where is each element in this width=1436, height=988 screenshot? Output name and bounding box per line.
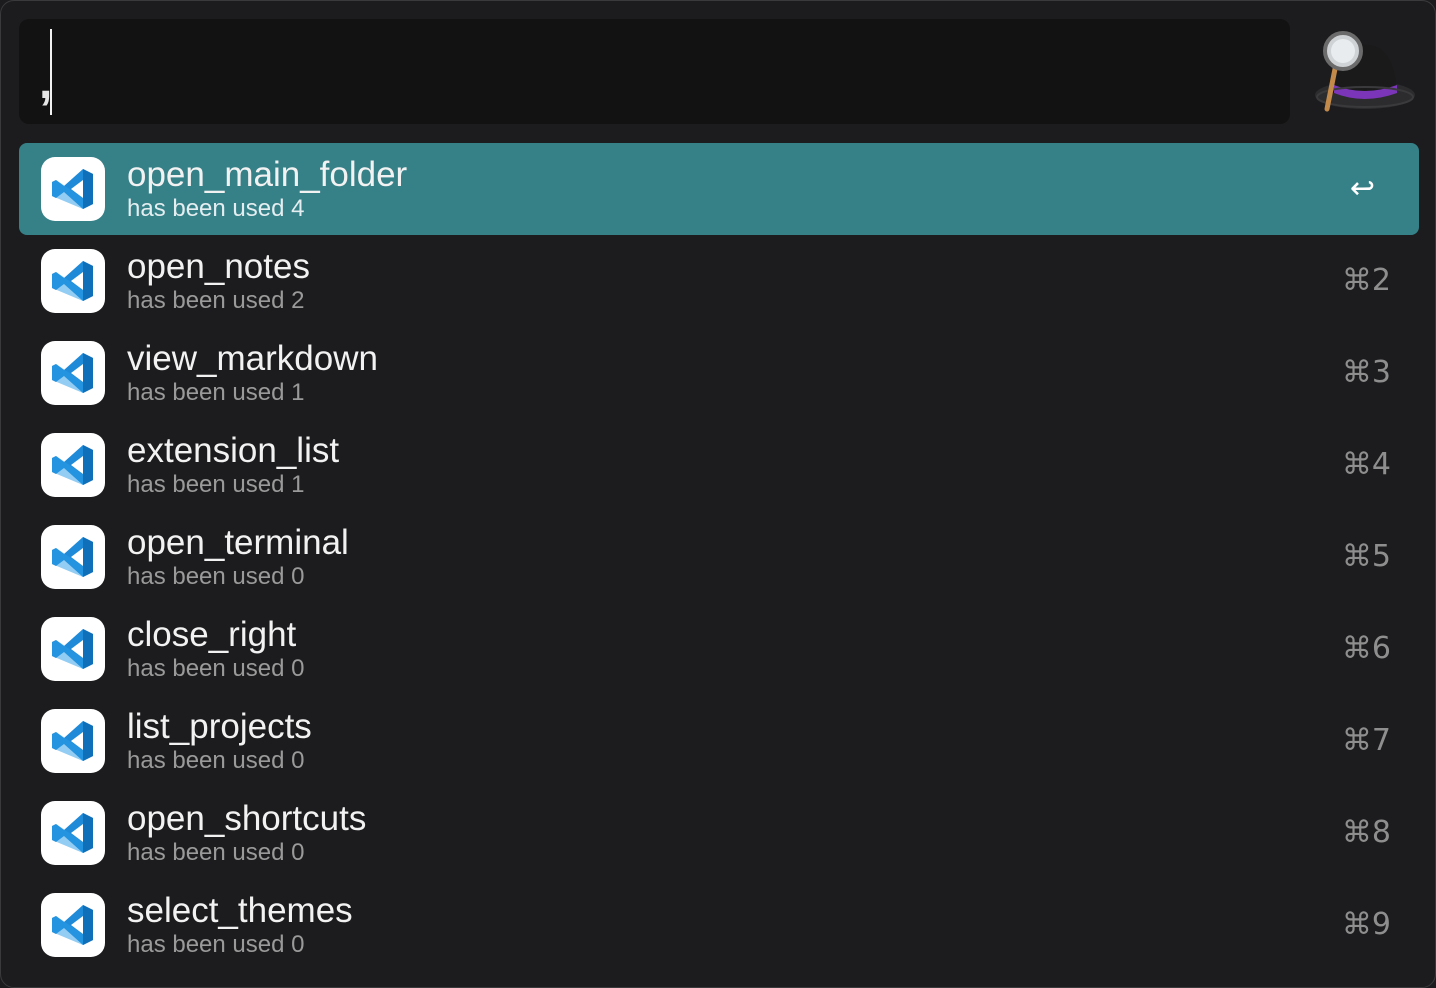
launcher-window: , open_main_folder has been used 4 ↩ ope… — [0, 0, 1436, 988]
result-title: list_projects — [127, 707, 312, 746]
result-row[interactable]: list_projects has been used 0 ⌘7 — [19, 695, 1419, 787]
shortcut-label: ⌘8 — [1341, 815, 1391, 850]
result-title: view_markdown — [127, 339, 378, 378]
result-row[interactable]: open_terminal has been used 0 ⌘5 — [19, 511, 1419, 603]
result-subtitle: has been used 1 — [127, 471, 305, 498]
vscode-icon — [41, 525, 105, 589]
shortcut-label: ⌘9 — [1341, 907, 1391, 942]
shortcut-label: ⌘5 — [1341, 539, 1391, 574]
result-subtitle: has been used 0 — [127, 747, 305, 774]
vscode-icon — [41, 341, 105, 405]
vscode-icon — [41, 433, 105, 497]
vscode-icon — [41, 249, 105, 313]
result-row[interactable]: open_shortcuts has been used 0 ⌘8 — [19, 787, 1419, 879]
return-icon: ↩ — [1349, 171, 1375, 206]
alfred-hat-icon — [1309, 27, 1419, 117]
shortcut-label: ⌘7 — [1341, 723, 1391, 758]
result-title: open_main_folder — [127, 155, 408, 194]
result-subtitle: has been used 0 — [127, 839, 305, 866]
result-subtitle: has been used 4 — [127, 195, 305, 222]
shortcut-label: ⌘3 — [1341, 355, 1391, 390]
results-list: open_main_folder has been used 4 ↩ open_… — [19, 143, 1419, 971]
text-caret — [50, 29, 52, 115]
vscode-icon — [41, 709, 105, 773]
result-title: close_right — [127, 615, 297, 654]
result-title: select_themes — [127, 891, 353, 930]
vscode-icon — [41, 801, 105, 865]
search-box[interactable]: , — [19, 19, 1290, 124]
result-subtitle: has been used 0 — [127, 931, 305, 958]
shortcut-label: ⌘6 — [1341, 631, 1391, 666]
vscode-icon — [41, 157, 105, 221]
vscode-icon — [41, 617, 105, 681]
result-row[interactable]: open_main_folder has been used 4 ↩ — [19, 143, 1419, 235]
result-row[interactable]: select_themes has been used 0 ⌘9 — [19, 879, 1419, 971]
result-title: open_shortcuts — [127, 799, 367, 838]
result-row[interactable]: close_right has been used 0 ⌘6 — [19, 603, 1419, 695]
result-title: open_terminal — [127, 523, 349, 562]
shortcut-label: ⌘2 — [1341, 263, 1391, 298]
result-row[interactable]: open_notes has been used 2 ⌘2 — [19, 235, 1419, 327]
result-title: extension_list — [127, 431, 340, 470]
result-subtitle: has been used 0 — [127, 655, 305, 682]
result-subtitle: has been used 2 — [127, 287, 305, 314]
shortcut-label: ⌘4 — [1341, 447, 1391, 482]
result-title: open_notes — [127, 247, 310, 286]
result-row[interactable]: extension_list has been used 1 ⌘4 — [19, 419, 1419, 511]
vscode-icon — [41, 893, 105, 957]
result-subtitle: has been used 1 — [127, 379, 305, 406]
result-row[interactable]: view_markdown has been used 1 ⌘3 — [19, 327, 1419, 419]
result-subtitle: has been used 0 — [127, 563, 305, 590]
